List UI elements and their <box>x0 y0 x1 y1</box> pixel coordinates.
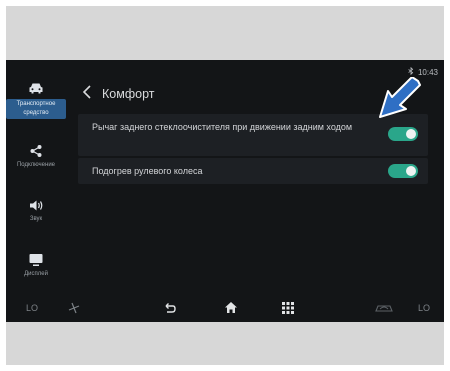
bluetooth-icon <box>407 66 415 77</box>
fan-icon[interactable] <box>68 302 80 314</box>
toggle-knob <box>406 166 416 176</box>
sidebar-item-label: Дисплей <box>24 271 48 277</box>
speaker-icon <box>6 199 66 214</box>
sidebar-item-label: Транспортное средство <box>6 99 66 119</box>
recirculation-icon[interactable] <box>374 303 394 313</box>
setting-label: Рычаг заднего стеклоочистителя при движе… <box>92 122 353 132</box>
chevron-left-icon[interactable] <box>82 85 92 102</box>
annotation-arrow-icon <box>379 77 421 118</box>
top-frame <box>6 6 444 60</box>
sidebar-item-label: Звук <box>29 216 43 222</box>
sidebar-item-label: Подключение <box>16 162 56 168</box>
sidebar-item-vehicle[interactable]: Транспортное средство <box>6 82 66 119</box>
home-icon[interactable] <box>224 301 238 314</box>
apps-grid-icon[interactable] <box>282 302 294 314</box>
page-title: Комфорт <box>102 86 155 101</box>
sidebar-item-sound[interactable]: Звук <box>6 199 66 222</box>
status-bar: 10:43 <box>407 66 438 77</box>
bottom-frame <box>6 322 444 365</box>
right-temperature[interactable]: LO <box>418 303 430 313</box>
sidebar-item-display[interactable]: Дисплей <box>6 253 66 277</box>
left-temperature[interactable]: LO <box>26 303 38 313</box>
toggle-knob <box>406 129 416 139</box>
heated-wheel-toggle[interactable] <box>388 164 418 178</box>
setting-label: Подогрев рулевого колеса <box>92 166 203 176</box>
setting-row-heated-wheel[interactable]: Подогрев рулевого колеса <box>78 158 428 184</box>
bottom-bar: LO LO <box>6 298 444 322</box>
share-icon <box>6 144 66 160</box>
sidebar-item-connection[interactable]: Подключение <box>6 144 66 168</box>
page-header: Комфорт <box>82 85 154 102</box>
display-icon <box>6 253 66 269</box>
rear-wiper-toggle[interactable] <box>388 127 418 141</box>
car-icon <box>6 82 66 97</box>
infotainment-screen: 10:43 Транспортное средство Подключение … <box>6 60 444 322</box>
back-icon[interactable] <box>164 302 176 314</box>
clock: 10:43 <box>417 67 438 77</box>
